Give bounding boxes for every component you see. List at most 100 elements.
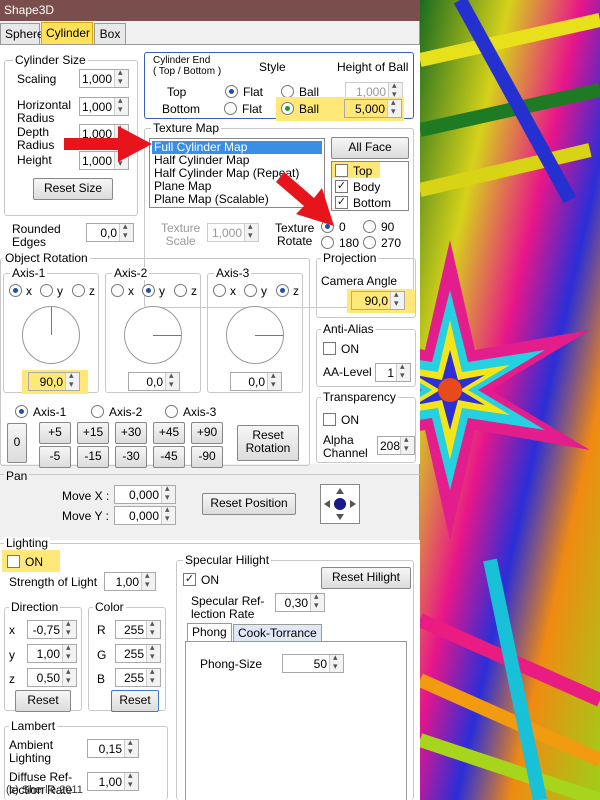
axis-3-y-radio[interactable] xyxy=(244,284,257,297)
color-r-input[interactable]: 255 xyxy=(115,618,161,639)
axis-3-x-radio[interactable] xyxy=(213,284,226,297)
tab-phong[interactable]: Phong xyxy=(187,623,232,641)
axis-2-value-spinner[interactable] xyxy=(165,370,179,390)
axis-2-z-radio[interactable] xyxy=(174,284,187,297)
bottom-ball-height-spinner[interactable] xyxy=(387,97,401,117)
rotate-plus-15-button[interactable]: +15 xyxy=(77,422,109,444)
select-axis-3-radio[interactable] xyxy=(165,405,178,418)
alpha-channel-input[interactable]: 208 xyxy=(377,434,415,455)
scaling-spinner[interactable] xyxy=(114,67,128,87)
phong-size-spinner[interactable] xyxy=(329,652,343,672)
bottom-ball-height-input[interactable]: 5,000 xyxy=(344,97,402,118)
texture-scale-spinner[interactable] xyxy=(244,221,258,241)
rounded-edges-spinner[interactable] xyxy=(119,221,133,241)
texture-option-plane-scalable[interactable]: Plane Map (Scalable) xyxy=(154,193,269,206)
axis-3-z-radio[interactable] xyxy=(276,284,289,297)
specular-on-checkbox[interactable]: ✓ xyxy=(183,573,196,586)
axis-1-x-radio[interactable] xyxy=(9,284,22,297)
axis-3-value-spinner[interactable] xyxy=(267,370,281,390)
rotate-plus-30-button[interactable]: +30 xyxy=(115,422,147,444)
top-flat-radio[interactable] xyxy=(225,85,238,98)
rotate-minus-5-button[interactable]: -5 xyxy=(39,446,71,468)
rotate-minus-15-button[interactable]: -15 xyxy=(77,446,109,468)
dir-y-input[interactable]: 1,00 xyxy=(27,642,77,663)
camera-angle-spinner[interactable] xyxy=(390,289,404,309)
color-g-input[interactable]: 255 xyxy=(115,642,161,663)
color-reset-button[interactable]: Reset xyxy=(111,690,159,712)
rotate-minus-45-button[interactable]: -45 xyxy=(153,446,185,468)
phong-size-input[interactable]: 50 xyxy=(282,652,344,673)
aa-level-spinner[interactable] xyxy=(396,361,410,381)
aa-level-input[interactable]: 1 xyxy=(375,361,411,382)
hradius-spinner[interactable] xyxy=(114,95,128,115)
color-r-spinner[interactable] xyxy=(146,618,160,638)
rounded-edges-input[interactable]: 0,0 xyxy=(86,221,134,242)
dir-z-input[interactable]: 0,50 xyxy=(27,666,77,687)
reset-hilight-button[interactable]: Reset Hilight xyxy=(321,567,411,589)
alpha-channel-spinner[interactable] xyxy=(400,434,414,454)
hradius-input[interactable]: 1,000 xyxy=(79,95,129,116)
axis-1-value-spinner[interactable] xyxy=(65,370,79,390)
dir-x-spinner[interactable] xyxy=(62,618,76,638)
move-y-input[interactable]: 0,000 xyxy=(114,504,176,525)
color-b-spinner[interactable] xyxy=(146,666,160,686)
bottom-flat-radio[interactable] xyxy=(224,102,237,115)
dir-x-input[interactable]: -0,75 xyxy=(27,618,77,639)
scaling-input[interactable]: 1,000 xyxy=(79,67,129,88)
specular-rate-spinner[interactable] xyxy=(310,591,324,611)
camera-angle-input[interactable]: 90,0 xyxy=(351,289,405,310)
diffuse-rate-input[interactable]: 1,00 xyxy=(87,770,139,791)
color-g-spinner[interactable] xyxy=(146,642,160,662)
axis-1-y-radio[interactable] xyxy=(40,284,53,297)
ambient-lighting-input[interactable]: 0,15 xyxy=(87,737,139,758)
tab-cylinder[interactable]: Cylinder xyxy=(41,22,93,44)
axis-2-x-label: x xyxy=(128,284,134,298)
all-face-button[interactable]: All Face xyxy=(331,137,409,159)
rotation-zero-button[interactable]: 0 xyxy=(7,423,27,463)
axis-1-dial[interactable] xyxy=(22,306,80,364)
rotate-plus-5-button[interactable]: +5 xyxy=(39,422,71,444)
axis-2-x-radio[interactable] xyxy=(111,284,124,297)
axis-1-z-radio[interactable] xyxy=(72,284,85,297)
reset-rotation-button[interactable]: Reset Rotation xyxy=(237,425,299,461)
strength-of-light-input[interactable]: 1,00 xyxy=(104,570,156,591)
tab-box[interactable]: Box xyxy=(94,23,126,44)
lighting-on-checkbox[interactable] xyxy=(7,555,20,568)
rotate-90-radio[interactable] xyxy=(363,220,376,233)
reset-size-button[interactable]: Reset Size xyxy=(33,178,113,200)
reset-position-button[interactable]: Reset Position xyxy=(202,493,296,515)
axis-3-value-input[interactable]: 0,0 xyxy=(230,370,282,391)
move-y-spinner[interactable] xyxy=(161,504,175,524)
axis-3-dial[interactable] xyxy=(226,306,284,364)
specular-rate-input[interactable]: 0,30 xyxy=(275,591,325,612)
texture-scale-input[interactable]: 1,000 xyxy=(207,221,259,242)
dir-y-spinner[interactable] xyxy=(62,642,76,662)
diffuse-rate-spinner[interactable] xyxy=(124,770,138,790)
anti-alias-checkbox[interactable] xyxy=(323,342,336,355)
rotate-minus-30-button[interactable]: -30 xyxy=(115,446,147,468)
ambient-lighting-spinner[interactable] xyxy=(124,737,138,757)
move-x-spinner[interactable] xyxy=(161,483,175,503)
bottom-ball-radio[interactable] xyxy=(281,102,294,115)
tab-sphere[interactable]: Sphere xyxy=(0,23,44,44)
rotate-270-radio[interactable] xyxy=(363,236,376,249)
rotate-180-radio[interactable] xyxy=(321,236,334,249)
axis-1-value-input[interactable]: 90,0 xyxy=(28,370,80,391)
dir-z-spinner[interactable] xyxy=(62,666,76,686)
rotate-plus-90-button[interactable]: +90 xyxy=(191,422,223,444)
transparency-checkbox[interactable] xyxy=(323,413,336,426)
rotate-minus-90-button[interactable]: -90 xyxy=(191,446,223,468)
color-b-input[interactable]: 255 xyxy=(115,666,161,687)
select-axis-1-radio[interactable] xyxy=(15,405,28,418)
strength-of-light-spinner[interactable] xyxy=(141,570,155,590)
tab-cook-torrance[interactable]: Cook-Torrance xyxy=(233,624,322,642)
rotate-plus-45-button[interactable]: +45 xyxy=(153,422,185,444)
pan-direction-pad[interactable] xyxy=(320,484,360,524)
axis-2-value-input[interactable]: 0,0 xyxy=(128,370,180,391)
axis-2-dial[interactable] xyxy=(124,306,182,364)
direction-reset-button[interactable]: Reset xyxy=(15,690,71,712)
axis-2-y-radio[interactable] xyxy=(142,284,155,297)
move-x-input[interactable]: 0,000 xyxy=(114,483,176,504)
projection-group: Projection Camera Angle 90,0 xyxy=(316,252,416,318)
select-axis-2-radio[interactable] xyxy=(91,405,104,418)
